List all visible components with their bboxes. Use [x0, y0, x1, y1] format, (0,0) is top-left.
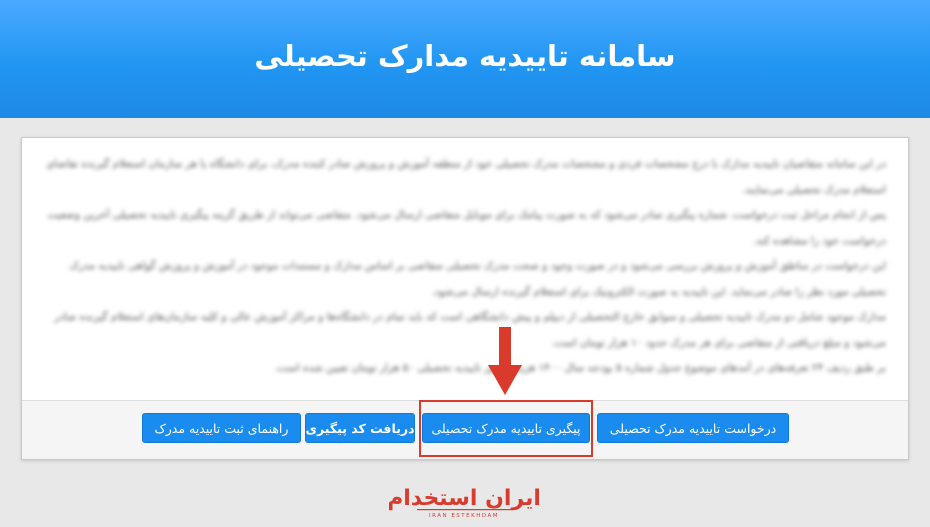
info-paragraph-5: بر طبق ردیف ۲۴ تعرفه‌های در آمدهای موضوع…: [274, 362, 886, 374]
arrow-down-icon: [488, 327, 522, 395]
logo-subtitle: IRAN ESTEKHDAM: [429, 513, 499, 519]
highlight-annotation-box: [419, 400, 593, 457]
request-certificate-button[interactable]: درخواست تاییدیه مدرک تحصیلی: [597, 413, 789, 443]
page-title: سامانه تاییدیه مدارک تحصیلی: [254, 39, 676, 73]
info-paragraph-3: این درخواست در مناطق آموزش و پرورش بررسی…: [69, 260, 886, 298]
info-paragraph-1: در این سامانه متقاضیان تاییدیه مدارک با …: [46, 158, 886, 196]
info-paragraph-2: پس از انجام مراحل ثبت درخواست، شماره پیگ…: [47, 209, 886, 247]
page-header: سامانه تاییدیه مدارک تحصیلی: [0, 0, 930, 118]
logo-wordmark: ایران استخدام: [389, 486, 539, 511]
iran-estekhdam-logo: ایران استخدام IRAN ESTEKHDAM: [389, 486, 539, 519]
registration-guide-button[interactable]: راهنمای ثبت تاییدیه مدرک: [142, 413, 301, 443]
info-text-blurred: در این سامانه متقاضیان تاییدیه مدارک با …: [22, 138, 908, 400]
get-tracking-code-button[interactable]: دریافت کد پیگیری: [305, 413, 415, 443]
info-paragraph-4: مدارک موجود شامل دو مدرک تاییدیه تحصیلی …: [54, 311, 886, 349]
